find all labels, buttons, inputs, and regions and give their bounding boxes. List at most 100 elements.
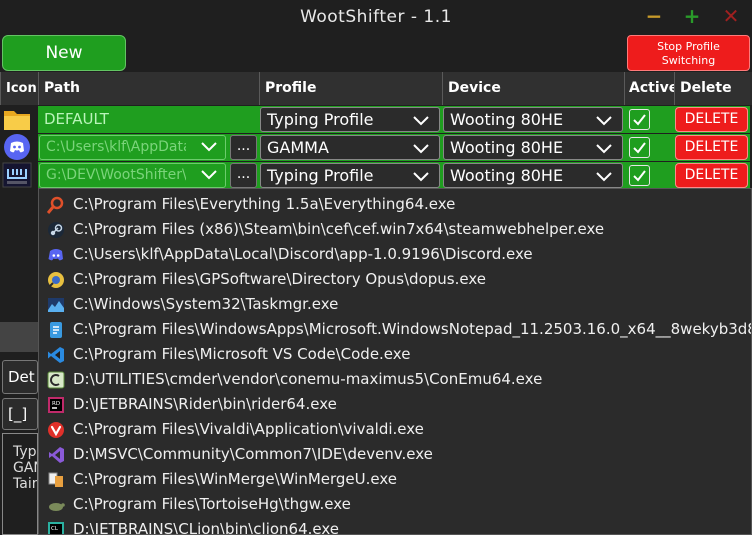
delete-button[interactable]: DELETE: [675, 135, 748, 160]
details-text: Typ GAN Tair: [2, 433, 38, 535]
dropdown-item[interactable]: C:\Program Files\GPSoftware\Directory Op…: [39, 267, 751, 292]
chevron-down-icon: [596, 138, 612, 154]
device-select-value: Wooting 80HE: [450, 110, 564, 129]
dropdown-item[interactable]: C:\Users\klf\AppData\Local\Discord\app-1…: [39, 242, 751, 267]
dropdown-item[interactable]: C:\Program Files\Microsoft VS Code\Code.…: [39, 342, 751, 367]
dropdown-item[interactable]: D:\MSVC\Community\Common7\IDE\devenv.exe: [39, 442, 751, 467]
tortoisehg-icon: [47, 496, 65, 514]
dropdown-item-path: C:\Program Files (x86)\Steam\bin\cef\cef…: [73, 220, 605, 238]
dropdown-item-path: D:\UTILITIES\cmder\vendor\conemu-maximus…: [73, 370, 543, 388]
chevron-down-icon: [413, 110, 429, 126]
column-header-delete: Delete: [674, 72, 750, 105]
folder-icon: [2, 106, 36, 133]
maximize-button[interactable]: +: [681, 5, 703, 27]
winmerge-icon: [47, 471, 65, 489]
dropdown-item[interactable]: C:\Program Files\WinMerge\WinMergeU.exe: [39, 467, 751, 492]
svg-text:CL: CL: [51, 526, 59, 532]
browse-button[interactable]: ...: [230, 163, 257, 188]
device-select[interactable]: Wooting 80HE: [443, 107, 623, 132]
divider: [0, 322, 40, 352]
discord-icon: [47, 246, 65, 264]
rider-icon: RD: [47, 396, 65, 414]
dropdown-item[interactable]: C:\Program Files\Everything 1.5a\Everyth…: [39, 192, 751, 217]
conemu-icon: [47, 371, 65, 389]
path-select-value: G:\DEV\WootShifter\WootShifter.exe: [46, 167, 186, 183]
delete-button[interactable]: DELETE: [675, 163, 748, 188]
dropdown-item[interactable]: C:\Windows\System32\Taskmgr.exe: [39, 292, 751, 317]
profile-select-value: GAMMA: [267, 138, 329, 157]
details-tab[interactable]: Det: [2, 360, 38, 394]
active-checkbox[interactable]: [629, 137, 650, 158]
dropdown-item-path: D:\JETBRAINS\Rider\bin\rider64.exe: [73, 395, 337, 413]
dropdown-item[interactable]: RD D:\JETBRAINS\Rider\bin\rider64.exe: [39, 392, 751, 417]
profile-select[interactable]: Typing Profile: [260, 107, 440, 132]
path-select[interactable]: G:\DEV\WootShifter\WootShifter.exe: [39, 163, 226, 188]
device-select[interactable]: Wooting 80HE: [443, 135, 623, 160]
table-row: DEFAULT Typing Profile Wooting 80HE DELE…: [0, 106, 752, 133]
table-header: Icon Path Profile Device Active Delete: [0, 72, 752, 105]
dropdown-item[interactable]: C:\Program Files\WindowsApps\Microsoft.W…: [39, 317, 752, 342]
close-button[interactable]: ✕: [720, 5, 742, 27]
dropdown-item[interactable]: C:\Program Files (x86)\Steam\bin\cef\cef…: [39, 217, 751, 242]
wootility-icon: [2, 162, 36, 189]
column-header-profile: Profile: [259, 72, 442, 105]
stop-label-line1: Stop Profile: [657, 40, 720, 53]
details-line: Typ: [13, 444, 37, 460]
profile-select-value: Typing Profile: [267, 110, 374, 129]
column-header-icon: Icon: [0, 72, 38, 105]
taskmgr-icon: [47, 296, 65, 314]
profile-select[interactable]: Typing Profile: [260, 163, 440, 188]
window-title: WootShifter - 1.1: [300, 7, 452, 27]
active-checkbox[interactable]: [629, 109, 650, 130]
dropdown-item-path: C:\Program Files\TortoiseHg\thgw.exe: [73, 495, 351, 513]
dropdown-item-path: C:\Program Files\WindowsApps\Microsoft.W…: [73, 320, 752, 338]
path-dropdown-list: C:\Program Files\Everything 1.5a\Everyth…: [38, 188, 752, 535]
checkmark-icon: [633, 142, 646, 154]
device-select-value: Wooting 80HE: [450, 166, 564, 185]
notepad-icon: [47, 321, 65, 339]
discord-icon: [2, 134, 36, 161]
path-select-value: C:\Users\klf\AppData\Local\Discord: [46, 139, 186, 155]
new-button[interactable]: New: [2, 35, 126, 71]
column-header-active: Active: [624, 72, 678, 105]
path-select[interactable]: C:\Users\klf\AppData\Local\Discord: [39, 135, 226, 160]
chevron-down-icon: [413, 138, 429, 154]
chevron-down-icon: [596, 110, 612, 126]
browse-button[interactable]: ...: [230, 135, 257, 160]
dropdown-item-path: C:\Windows\System32\Taskmgr.exe: [73, 295, 339, 313]
table-row: C:\Users\klf\AppData\Local\Discord ... G…: [0, 134, 752, 161]
device-select-value: Wooting 80HE: [450, 138, 564, 157]
window-toggle-button[interactable]: [_]: [2, 398, 38, 430]
steam-icon: [47, 221, 65, 239]
chevron-down-icon: [201, 164, 217, 180]
checkmark-icon: [633, 114, 646, 126]
stop-label-line2: Switching: [661, 54, 716, 67]
dropdown-item-path: D:\JETBRAINS\CLion\bin\clion64.exe: [73, 520, 340, 535]
device-select[interactable]: Wooting 80HE: [443, 163, 623, 188]
everything-icon: [46, 196, 65, 214]
dropdown-item[interactable]: C:\Program Files\TortoiseHg\thgw.exe: [39, 492, 751, 517]
profile-select-value: Typing Profile: [267, 166, 374, 185]
active-checkbox[interactable]: [629, 165, 650, 186]
table-row: G:\DEV\WootShifter\WootShifter.exe ... T…: [0, 162, 752, 189]
chevron-down-icon: [413, 166, 429, 182]
title-bar: WootShifter - 1.1 − + ✕: [0, 0, 752, 34]
clion-icon: CL: [47, 521, 65, 534]
minimize-button[interactable]: −: [643, 5, 665, 27]
dropdown-item[interactable]: D:\UTILITIES\cmder\vendor\conemu-maximus…: [39, 367, 751, 392]
visual-studio-icon: [47, 446, 65, 464]
details-line: Tair: [13, 476, 38, 492]
column-header-device: Device: [442, 72, 624, 105]
delete-button[interactable]: DELETE: [675, 107, 748, 132]
details-line: GAN: [13, 460, 37, 476]
dropdown-item-path: C:\Program Files\Everything 1.5a\Everyth…: [73, 195, 456, 213]
stop-profile-switching-button[interactable]: Stop Profile Switching: [627, 35, 750, 71]
dropdown-item-path: D:\MSVC\Community\Common7\IDE\devenv.exe: [73, 445, 433, 463]
dropdown-item[interactable]: C:\Program Files\Vivaldi\Application\viv…: [39, 417, 751, 442]
dropdown-item-path: C:\Program Files\GPSoftware\Directory Op…: [73, 270, 486, 288]
checkmark-icon: [633, 170, 646, 182]
dropdown-item-path: C:\Program Files\Microsoft VS Code\Code.…: [73, 345, 411, 363]
profile-select[interactable]: GAMMA: [260, 135, 440, 160]
svg-text:RD: RD: [52, 401, 60, 407]
dropdown-item[interactable]: CL D:\JETBRAINS\CLion\bin\clion64.exe: [39, 517, 751, 535]
